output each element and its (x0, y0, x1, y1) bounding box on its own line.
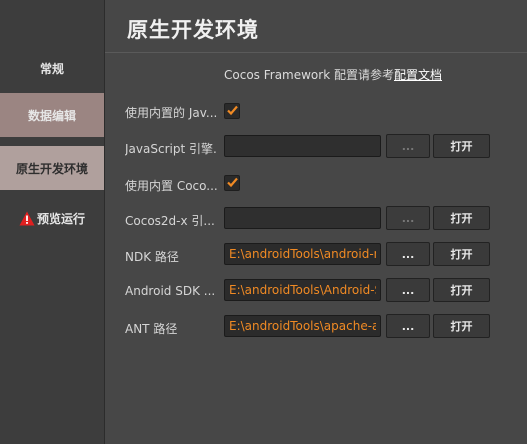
builtin-cocos-label: 使用内置 Coco... (125, 179, 217, 193)
cocos2dx-open-button[interactable]: 打开 (433, 206, 490, 230)
builtin-js-checkbox[interactable] (224, 103, 240, 119)
ant-open-button[interactable]: 打开 (433, 314, 490, 338)
android-sdk-open-button[interactable]: 打开 (433, 278, 490, 302)
warning-icon (19, 211, 35, 226)
sidebar-item-native-env[interactable]: 原生开发环境 (0, 146, 104, 190)
main-panel: 原生开发环境 Cocos Framework 配置请参考配置文档 使用内置的 J… (105, 0, 527, 444)
ndk-path-label: NDK 路径 (125, 250, 179, 264)
ant-path-label: ANT 路径 (125, 322, 178, 336)
page-title: 原生开发环境 (127, 18, 259, 42)
android-sdk-browse-button[interactable]: ... (386, 278, 430, 302)
cocos2dx-engine-label: Cocos2d-x 引... (125, 214, 215, 228)
js-engine-path-input[interactable] (224, 135, 381, 157)
config-hint: Cocos Framework 配置请参考配置文档 (224, 66, 442, 83)
js-engine-label: JavaScript 引擎... (125, 142, 217, 156)
check-icon (227, 105, 238, 116)
ndk-open-button[interactable]: 打开 (433, 242, 490, 266)
builtin-js-label: 使用内置的 Jav... (125, 106, 217, 120)
ndk-browse-button[interactable]: ... (386, 242, 430, 266)
sidebar-item-general[interactable]: 常规 (0, 46, 104, 90)
ant-browse-button[interactable]: ... (386, 314, 430, 338)
cocos2dx-engine-path-input[interactable] (224, 207, 381, 229)
ndk-path-input[interactable] (224, 243, 381, 265)
sidebar-item-label: 数据编辑 (27, 108, 76, 123)
config-doc-link[interactable]: 配置文档 (394, 68, 442, 82)
sidebar-item-label: 原生开发环境 (15, 161, 88, 176)
js-engine-browse-button[interactable]: ... (386, 134, 430, 158)
android-sdk-path-input[interactable] (224, 279, 381, 301)
sidebar-item-data-edit[interactable]: 数据编辑 (0, 93, 104, 137)
sidebar-item-preview-run[interactable]: 预览运行 (0, 196, 104, 240)
check-icon (227, 177, 238, 188)
sidebar: 常规 数据编辑 原生开发环境 预览运行 (0, 0, 105, 444)
js-engine-open-button[interactable]: 打开 (433, 134, 490, 158)
cocos2dx-browse-button[interactable]: ... (386, 206, 430, 230)
ant-path-input[interactable] (224, 315, 381, 337)
builtin-cocos-checkbox[interactable] (224, 175, 240, 191)
title-divider (105, 52, 527, 53)
sidebar-item-label: 预览运行 (36, 211, 85, 226)
android-sdk-path-label: Android SDK ... (125, 284, 216, 298)
config-hint-text: Cocos Framework 配置请参考 (224, 68, 394, 82)
sidebar-item-label: 常规 (39, 61, 64, 76)
